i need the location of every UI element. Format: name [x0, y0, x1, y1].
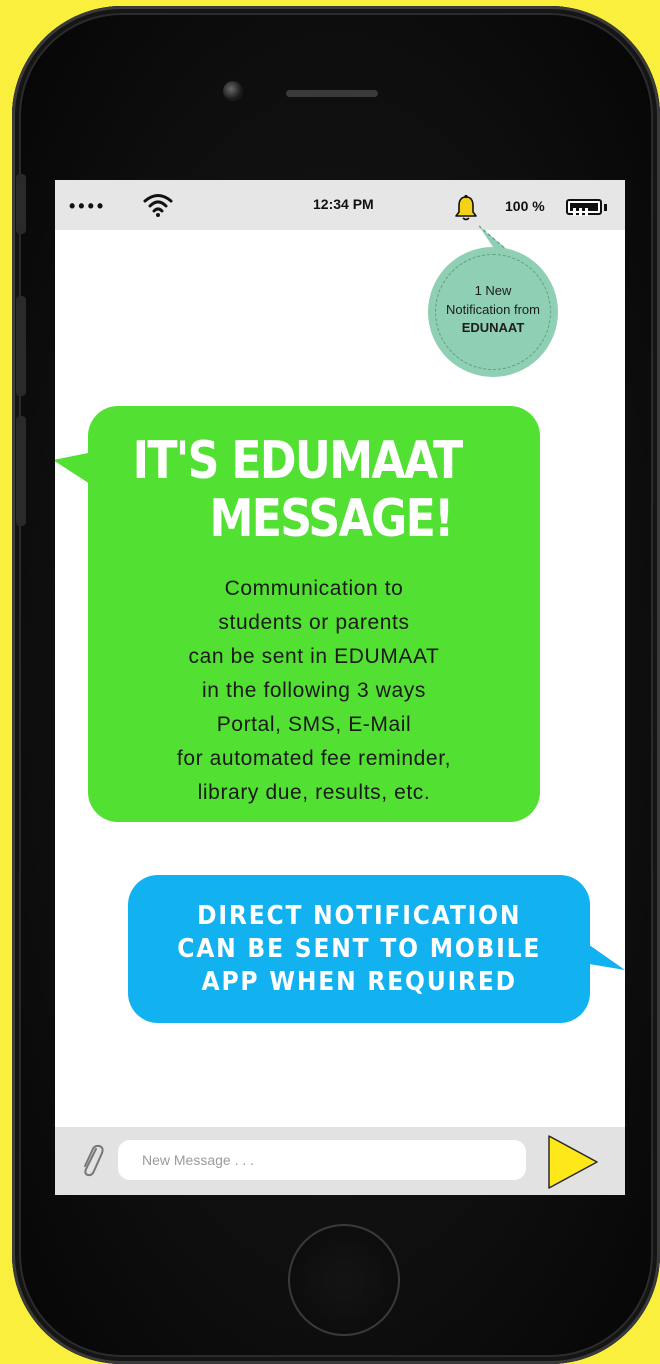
headline-line-1: IT'S EDUMAAT: [132, 431, 464, 491]
body-line: library due, results, etc.: [197, 781, 431, 804]
body-line: students or parents: [218, 611, 410, 634]
body-line: Communication to: [224, 577, 404, 600]
message-headline: IT'S EDUMAAT MESSAGE!: [122, 432, 506, 548]
body-line: in the following 3 ways: [202, 679, 426, 702]
volume-down-button: [16, 416, 26, 526]
notification-sender: EDUNAAT: [461, 320, 525, 336]
edumaat-message-bubble: IT'S EDUMAAT MESSAGE! Communication to s…: [88, 406, 540, 822]
mute-switch: [16, 174, 26, 234]
home-button[interactable]: [288, 1224, 400, 1336]
notification-text-line: DIRECT NOTIFICATION: [196, 900, 522, 931]
paperclip-icon[interactable]: [77, 1141, 105, 1179]
earpiece-speaker: [286, 90, 378, 97]
front-camera: [223, 81, 243, 101]
direct-notification-text: DIRECT NOTIFICATION CAN BE SENT TO MOBIL…: [177, 900, 541, 999]
notification-line-2: Notification from: [446, 301, 540, 317]
direct-notification-bubble: DIRECT NOTIFICATION CAN BE SENT TO MOBIL…: [128, 875, 590, 1023]
message-composer: [55, 1127, 625, 1195]
volume-up-button: [16, 296, 26, 396]
body-line: for automated fee reminder,: [176, 747, 452, 770]
phone-screen: •••• 12:34 PM 100 % 1 New Notification f…: [55, 180, 625, 1195]
body-line: can be sent in EDUMAAT: [188, 645, 440, 668]
message-body: Communication to students or parents can…: [88, 572, 540, 810]
notification-text-line: APP WHEN REQUIRED: [201, 966, 517, 997]
body-line: Portal, SMS, E-Mail: [216, 713, 412, 736]
notification-bubble[interactable]: 1 New Notification from EDUNAAT: [428, 247, 558, 377]
notification-line-1: 1 New: [474, 282, 512, 298]
message-input[interactable]: [118, 1140, 526, 1180]
notification-text-line: CAN BE SENT TO MOBILE: [177, 933, 541, 964]
headline-line-2: MESSAGE!: [209, 489, 454, 549]
send-icon[interactable]: [546, 1133, 600, 1191]
